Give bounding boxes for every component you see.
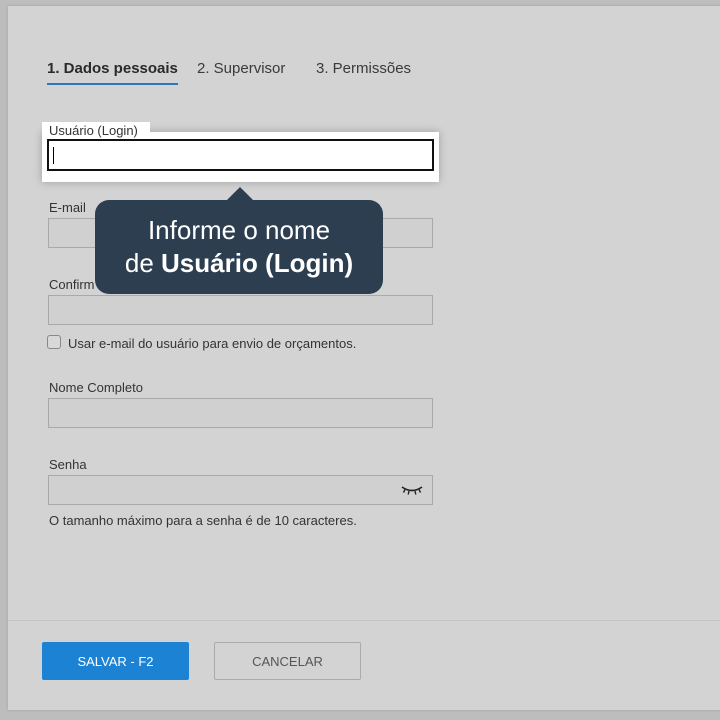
- cancel-button[interactable]: CANCELAR: [214, 642, 361, 680]
- user-dialog: 1. Dados pessoais 2. Supervisor 3. Permi…: [8, 6, 720, 710]
- fullname-label: Nome Completo: [49, 380, 143, 395]
- tooltip-arrow: [227, 187, 253, 200]
- confirm-email-label: Confirm: [49, 277, 95, 292]
- password-hint: O tamanho máximo para a senha é de 10 ca…: [49, 513, 357, 528]
- tab-dados-pessoais[interactable]: 1. Dados pessoais: [47, 60, 178, 85]
- password-label: Senha: [49, 457, 87, 472]
- tooltip-line-2: de Usuário (Login): [95, 247, 383, 280]
- password-field[interactable]: [48, 475, 433, 505]
- login-field[interactable]: [47, 139, 434, 171]
- use-email-checkbox-label: Usar e-mail do usuário para envio de orç…: [68, 336, 357, 351]
- login-tooltip: Informe o nome de Usuário (Login): [95, 200, 383, 294]
- use-email-checkbox[interactable]: [47, 335, 61, 349]
- login-label: Usuário (Login): [49, 123, 138, 138]
- email-label: E-mail: [49, 200, 86, 215]
- tooltip-line-1: Informe o nome: [147, 215, 331, 245]
- tab-permissoes[interactable]: 3. Permissões: [316, 60, 411, 83]
- fullname-field[interactable]: [48, 398, 433, 428]
- tooltip-line-2-prefix: de: [124, 248, 162, 278]
- tooltip-line-2-bold: Usuário (Login): [161, 248, 354, 278]
- confirm-email-field[interactable]: [48, 295, 433, 325]
- text-caret: [53, 147, 54, 164]
- save-button[interactable]: SALVAR - F2: [42, 642, 189, 680]
- footer-divider: [8, 620, 720, 621]
- tab-supervisor[interactable]: 2. Supervisor: [197, 60, 285, 83]
- eye-closed-icon[interactable]: [401, 484, 423, 496]
